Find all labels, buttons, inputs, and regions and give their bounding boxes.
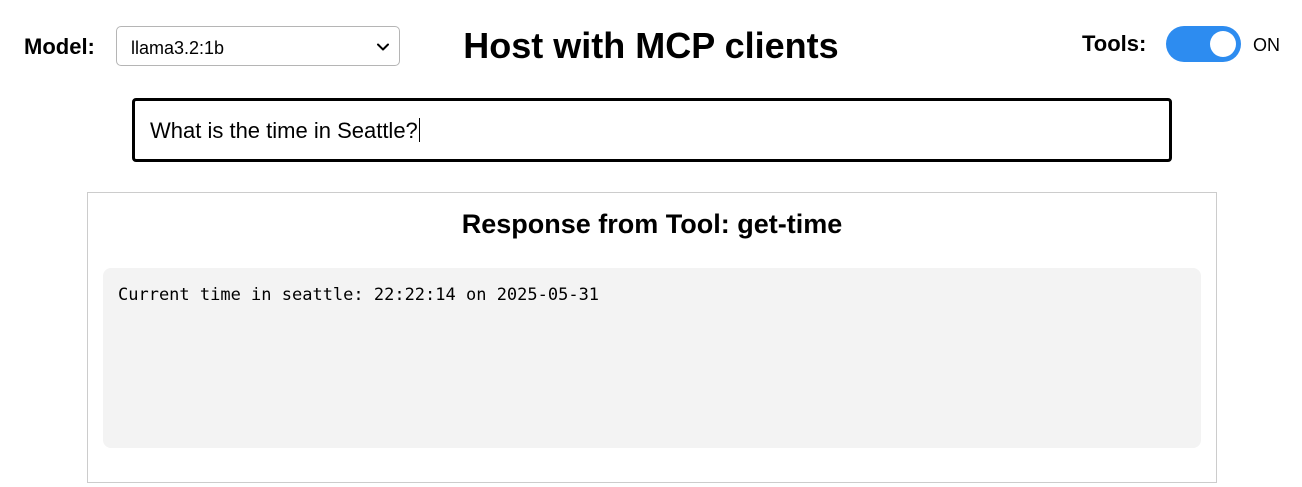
toggle-knob	[1210, 31, 1236, 57]
tools-toggle[interactable]	[1166, 26, 1241, 62]
query-input[interactable]: What is the time in Seattle?	[132, 98, 1172, 162]
query-value: What is the time in Seattle?	[150, 118, 418, 143]
tools-label: Tools:	[1082, 31, 1147, 56]
tools-toggle-state: ON	[1253, 35, 1280, 55]
query-input-text: What is the time in Seattle?	[150, 118, 420, 144]
host-page: Model: llama3.2:1b Host with MCP clients…	[0, 0, 1302, 487]
response-title: Response from Tool: get-time	[461, 209, 843, 239]
text-caret	[418, 118, 420, 142]
response-text: Current time in seattle: 22:22:14 on 202…	[118, 285, 600, 305]
response-body: Current time in seattle: 22:22:14 on 202…	[103, 268, 1201, 448]
response-panel: Response from Tool: get-time Current tim…	[87, 192, 1217, 483]
